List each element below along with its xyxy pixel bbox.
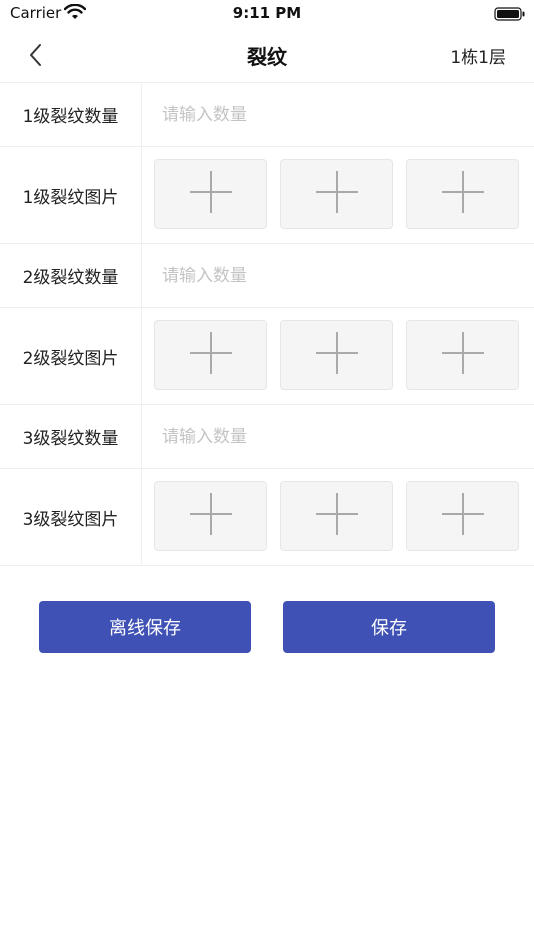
form-row-level1-images: 1级裂纹图片 (0, 147, 534, 244)
level3-count-input[interactable] (162, 417, 502, 457)
plus-icon (315, 493, 358, 539)
location-label[interactable]: 1栋1层 (450, 43, 506, 68)
plus-icon (441, 171, 484, 217)
row-label: 2级裂纹图片 (0, 308, 142, 404)
add-image-button[interactable] (280, 481, 393, 551)
add-image-button[interactable] (154, 159, 267, 229)
image-slots (154, 320, 519, 390)
row-label: 2级裂纹数量 (0, 244, 142, 307)
row-label: 1级裂纹图片 (0, 147, 142, 243)
image-slots (154, 481, 519, 551)
form-row-level2-images: 2级裂纹图片 (0, 308, 534, 405)
plus-icon (189, 493, 232, 539)
row-label: 1级裂纹数量 (0, 83, 142, 146)
image-slots (154, 159, 519, 229)
crack-form: 1级裂纹数量 1级裂纹图片 2级裂纹数量 2级裂纹图片 (0, 83, 534, 566)
add-image-button[interactable] (406, 159, 519, 229)
plus-icon (441, 332, 484, 378)
save-button[interactable]: 保存 (283, 601, 495, 653)
plus-icon (189, 171, 232, 217)
plus-icon (315, 332, 358, 378)
form-row-level2-count: 2级裂纹数量 (0, 244, 534, 308)
row-label: 3级裂纹数量 (0, 405, 142, 468)
level2-count-input[interactable] (162, 256, 502, 296)
plus-icon (315, 171, 358, 217)
add-image-button[interactable] (280, 320, 393, 390)
form-row-level3-images: 3级裂纹图片 (0, 469, 534, 566)
battery-icon (494, 6, 526, 21)
plus-icon (441, 493, 484, 539)
form-row-level1-count: 1级裂纹数量 (0, 83, 534, 147)
add-image-button[interactable] (154, 320, 267, 390)
nav-bar: 裂纹 1栋1层 (0, 28, 534, 83)
offline-save-button[interactable]: 离线保存 (39, 601, 251, 653)
add-image-button[interactable] (406, 320, 519, 390)
plus-icon (189, 332, 232, 378)
status-time: 9:11 PM (232, 4, 302, 22)
add-image-button[interactable] (154, 481, 267, 551)
level1-count-input[interactable] (162, 95, 502, 135)
add-image-button[interactable] (280, 159, 393, 229)
status-bar: Carrier 9:11 PM (0, 0, 534, 28)
row-label: 3级裂纹图片 (0, 469, 142, 565)
form-row-level3-count: 3级裂纹数量 (0, 405, 534, 469)
add-image-button[interactable] (406, 481, 519, 551)
